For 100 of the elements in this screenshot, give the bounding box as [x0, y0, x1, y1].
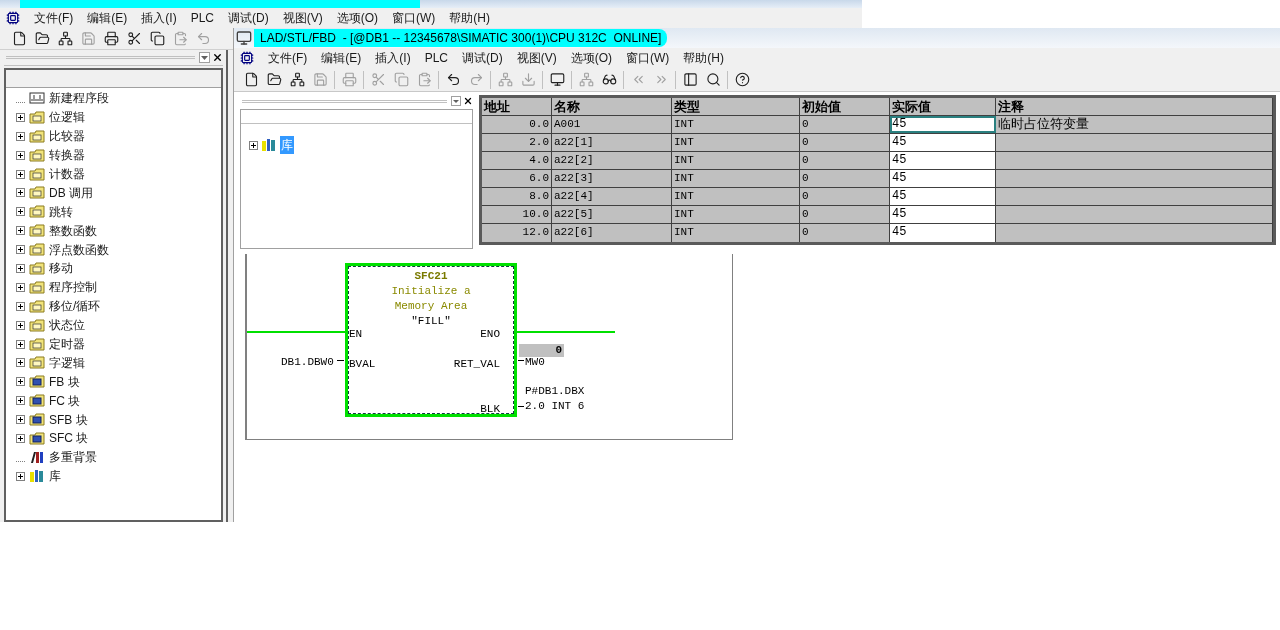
column-header[interactable]: 注释 — [996, 98, 1273, 115]
menu-item[interactable]: 视图(V) — [282, 9, 323, 27]
window-icon[interactable] — [6, 11, 20, 25]
menu-item[interactable]: 选项(O) — [570, 49, 612, 67]
column-header[interactable]: 初始值 — [800, 98, 890, 115]
tree-item[interactable]: 浮点数函数 — [49, 240, 109, 259]
folder-icon — [29, 243, 45, 257]
expand-icon[interactable] — [16, 358, 25, 368]
tree-item[interactable]: 整数函数 — [49, 221, 97, 240]
expand-icon[interactable] — [16, 320, 25, 330]
folder-icon — [29, 337, 45, 351]
expand-icon[interactable] — [249, 140, 258, 150]
expand-icon[interactable] — [16, 339, 25, 349]
table-cell: INT — [672, 116, 800, 133]
table-cell: A001 — [552, 116, 672, 133]
tree-item[interactable]: DB 调用 — [49, 183, 93, 202]
column-header[interactable]: 实际值 — [890, 98, 996, 115]
tree-item[interactable]: 定时器 — [49, 335, 85, 353]
column-header[interactable]: 地址 — [482, 98, 552, 115]
expand-icon[interactable] — [16, 263, 25, 273]
expand-icon[interactable] — [16, 169, 25, 179]
tree-item[interactable]: 位逻辑 — [49, 108, 85, 127]
table-cell: 8.0 — [482, 188, 552, 205]
expand-icon[interactable] — [16, 396, 25, 406]
folder-icon — [29, 356, 45, 370]
expand-icon[interactable] — [16, 112, 25, 122]
menu-item[interactable]: 插入(I) — [375, 49, 411, 67]
expand-icon[interactable] — [16, 415, 25, 425]
tree-item[interactable]: 比较器 — [49, 127, 85, 146]
tree-item[interactable]: 转换器 — [49, 146, 85, 165]
expand-icon[interactable] — [16, 226, 25, 236]
menu-item[interactable]: 视图(V) — [516, 49, 557, 67]
expand-icon[interactable] — [16, 377, 25, 387]
tree-item[interactable]: 字逻辑 — [49, 353, 85, 372]
value-field[interactable]: 45 — [890, 152, 996, 169]
tree-item[interactable]: FC 块 — [49, 391, 81, 410]
expand-icon[interactable] — [16, 150, 25, 160]
value-field[interactable]: 45 — [890, 224, 996, 242]
dropdown-icon[interactable] — [451, 96, 461, 106]
folder-icon — [29, 375, 45, 389]
expand-icon[interactable] — [16, 245, 25, 255]
tree-item[interactable]: 移动 — [49, 259, 73, 278]
menu-item[interactable]: PLC — [424, 49, 448, 67]
value-field[interactable]: 45 — [890, 188, 996, 205]
menu-item[interactable]: 帮助(H) — [449, 9, 490, 27]
pin-label: BVAL — [349, 357, 376, 372]
function-block[interactable]: SFC21 Initialize a Memory Area "FILL" EN ENO BVAL RET_VAL BLK — [345, 263, 517, 417]
tree-item[interactable]: 库 — [49, 467, 61, 486]
pin-label: RET_VAL — [453, 357, 500, 372]
table-cell: 2.0 — [482, 134, 552, 151]
block-symbol: "FILL" — [411, 314, 451, 329]
expand-icon[interactable] — [16, 301, 25, 311]
expand-icon[interactable] — [16, 188, 25, 198]
menu-item[interactable]: 窗口(W) — [392, 9, 436, 27]
menu-item[interactable]: PLC — [190, 9, 214, 27]
value-field[interactable]: 45 — [890, 206, 996, 223]
tree-item[interactable]: 新建程序段 — [49, 89, 109, 108]
tree-item[interactable]: SFC 块 — [49, 429, 89, 448]
table-cell: INT — [672, 152, 800, 169]
lead-line — [337, 360, 344, 361]
close-icon[interactable] — [212, 52, 223, 63]
column-header[interactable]: 类型 — [672, 98, 800, 115]
dropdown-icon[interactable] — [199, 52, 210, 63]
menu-item[interactable]: 编辑(E) — [87, 9, 128, 27]
app-icon[interactable] — [236, 30, 252, 46]
menu-item[interactable]: 帮助(H) — [683, 49, 724, 67]
folder-icon — [29, 431, 45, 445]
tree-item[interactable]: 跳转 — [49, 202, 73, 221]
tree-item[interactable]: FB 块 — [49, 372, 80, 391]
window-icon[interactable] — [240, 51, 254, 65]
tree-item[interactable]: 程序控制 — [49, 278, 97, 297]
pin-label: BLK — [480, 402, 500, 417]
menu-item[interactable]: 编辑(E) — [321, 49, 362, 67]
operand-label: MW0 — [525, 355, 545, 370]
table-cell: a22[5] — [552, 206, 672, 223]
tree-item[interactable]: 移位/循环 — [49, 297, 101, 316]
expand-icon[interactable] — [16, 433, 25, 443]
menu-item[interactable]: 选项(O) — [336, 9, 378, 27]
expand-icon[interactable] — [16, 471, 25, 481]
tree-item[interactable]: SFB 块 — [49, 410, 88, 429]
menu-item[interactable]: 文件(F) — [34, 9, 74, 27]
menu-item[interactable]: 调试(D) — [462, 49, 503, 67]
close-icon[interactable] — [463, 96, 473, 106]
menu-item[interactable]: 窗口(W) — [626, 49, 670, 67]
value-field[interactable]: 45 — [890, 116, 996, 133]
tree-item[interactable]: 多重背景 — [49, 448, 97, 467]
expand-icon[interactable] — [16, 207, 25, 217]
folder-icon — [29, 167, 45, 181]
value-field[interactable]: 45 — [890, 170, 996, 187]
table-cell: a22[2] — [552, 152, 672, 169]
menu-item[interactable]: 调试(D) — [228, 9, 269, 27]
block-number: SFC21 — [414, 269, 448, 284]
expand-icon[interactable] — [16, 282, 25, 292]
column-header[interactable]: 名称 — [552, 98, 672, 115]
value-field[interactable]: 45 — [890, 134, 996, 151]
menu-item[interactable]: 文件(F) — [268, 49, 308, 67]
tree-item[interactable]: 计数器 — [49, 165, 85, 183]
expand-icon[interactable] — [16, 131, 25, 141]
tree-item[interactable]: 状态位 — [49, 316, 85, 335]
menu-item[interactable]: 插入(I) — [141, 9, 177, 27]
